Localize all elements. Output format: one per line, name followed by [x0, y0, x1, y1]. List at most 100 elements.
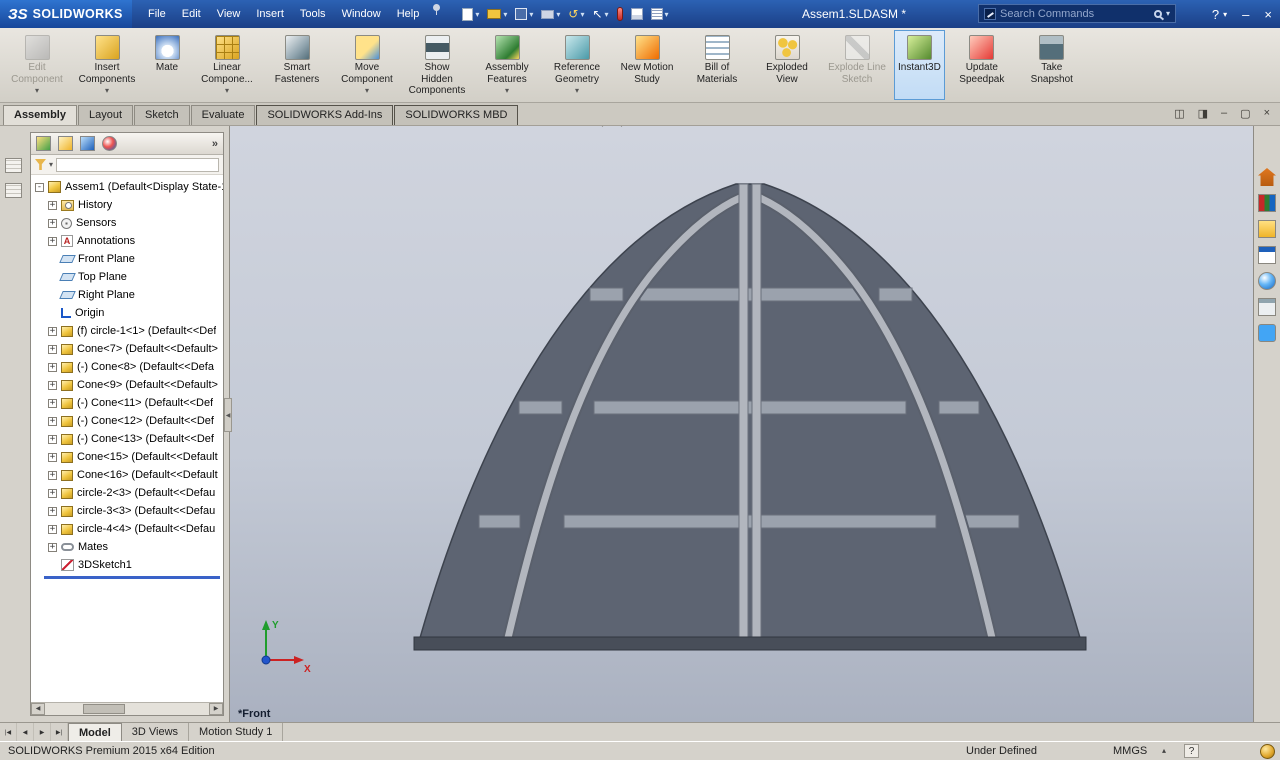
- tab-sketch[interactable]: Sketch: [134, 105, 190, 125]
- tree-item-circle-4[interactable]: +circle-4<4> (Default<<Defau: [31, 520, 223, 538]
- rebuild-button[interactable]: [615, 5, 625, 23]
- displaymanager-tab-icon[interactable]: [102, 136, 117, 151]
- expand-icon[interactable]: +: [48, 507, 57, 516]
- search-dropdown-icon[interactable]: ▾: [1166, 9, 1170, 18]
- expand-icon[interactable]: +: [48, 525, 57, 534]
- configurationmanager-tab-icon[interactable]: [80, 136, 95, 151]
- tree-item-mates[interactable]: +Mates: [31, 538, 223, 556]
- help-dropdown-icon[interactable]: ▾: [1223, 10, 1227, 19]
- command-instant3d[interactable]: Instant3D: [894, 30, 945, 100]
- tree-item-assem1[interactable]: -Assem1 (Default<Display State-1: [31, 178, 223, 196]
- options-button[interactable]: ▾: [649, 6, 671, 22]
- collapse-icon[interactable]: -: [35, 183, 44, 192]
- tab-scroll-prev-button[interactable]: ◀: [17, 723, 34, 741]
- tree-display-toggle-icon[interactable]: [5, 183, 22, 198]
- expand-icon[interactable]: +: [48, 237, 57, 246]
- tab-scroll-first-button[interactable]: |◀: [0, 723, 17, 741]
- command-linear-component-pattern[interactable]: Linear Compone...▾: [194, 30, 260, 100]
- tab-motion-study-1[interactable]: Motion Study 1: [189, 723, 283, 741]
- tree-item-top-plane[interactable]: Top Plane: [31, 268, 223, 286]
- tree-item-history[interactable]: +History: [31, 196, 223, 214]
- pin-menu-icon[interactable]: [433, 4, 440, 11]
- tab-scroll-last-button[interactable]: ▶|: [51, 723, 68, 741]
- expand-icon[interactable]: +: [48, 453, 57, 462]
- propertymanager-tab-icon[interactable]: [58, 136, 73, 151]
- search-input[interactable]: [1000, 8, 1150, 20]
- tree-item-3dsketch1[interactable]: 3DSketch1: [31, 556, 223, 574]
- pane-split-left-icon[interactable]: ◫: [1174, 107, 1184, 120]
- expand-icon[interactable]: +: [48, 543, 57, 552]
- menu-file[interactable]: File: [140, 4, 174, 24]
- menu-window[interactable]: Window: [334, 4, 389, 24]
- forum-icon[interactable]: [1258, 324, 1276, 342]
- tree-item-origin[interactable]: Origin: [31, 304, 223, 322]
- tab-model[interactable]: Model: [68, 723, 122, 741]
- expand-icon[interactable]: +: [48, 435, 57, 444]
- scroll-right-button[interactable]: ▶: [209, 703, 223, 715]
- command-assembly-features[interactable]: Assembly Features▾: [474, 30, 540, 100]
- scroll-left-button[interactable]: ◀: [31, 703, 45, 715]
- command-exploded-view[interactable]: Exploded View: [754, 30, 820, 100]
- chevron-down-icon[interactable]: ▾: [49, 160, 53, 169]
- tab-scroll-next-button[interactable]: ▶: [34, 723, 51, 741]
- tab-layout[interactable]: Layout: [78, 105, 133, 125]
- expand-icon[interactable]: +: [48, 417, 57, 426]
- menu-help[interactable]: Help: [389, 4, 428, 24]
- tree-item-right-plane[interactable]: Right Plane: [31, 286, 223, 304]
- menu-tools[interactable]: Tools: [292, 4, 334, 24]
- expand-icon[interactable]: +: [48, 345, 57, 354]
- print-button[interactable]: ▾: [539, 8, 562, 21]
- tree-item-cone-13[interactable]: +(-) Cone<13> (Default<<Def: [31, 430, 223, 448]
- command-take-snapshot[interactable]: Take Snapshot: [1019, 30, 1085, 100]
- tree-item-cone-8[interactable]: +(-) Cone<8> (Default<<Defa: [31, 358, 223, 376]
- panel-splitter-handle[interactable]: ◀: [224, 398, 232, 432]
- tree-item-cone-16[interactable]: +Cone<16> (Default<<Default: [31, 466, 223, 484]
- model-canvas[interactable]: [230, 126, 1253, 722]
- open-button[interactable]: ▾: [485, 7, 509, 21]
- expand-icon[interactable]: +: [48, 363, 57, 372]
- expand-icon[interactable]: +: [48, 471, 57, 480]
- new-document-button[interactable]: ▾: [460, 6, 481, 23]
- command-reference-geometry[interactable]: Reference Geometry▾: [544, 30, 610, 100]
- units-label[interactable]: MMGS: [1113, 745, 1147, 757]
- pane-split-right-icon[interactable]: ◨: [1198, 107, 1208, 120]
- tab-solidworks-add-ins[interactable]: SOLIDWORKS Add-Ins: [256, 105, 393, 125]
- doc-restore-button[interactable]: ▢: [1240, 107, 1250, 120]
- undo-button[interactable]: ↺▾: [566, 6, 586, 22]
- expand-icon[interactable]: +: [48, 327, 57, 336]
- command-move-component[interactable]: Move Component▾: [334, 30, 400, 100]
- resource-monitor-icon[interactable]: [1260, 744, 1275, 759]
- tree-item-sensors[interactable]: +Sensors: [31, 214, 223, 232]
- tree-item-cone-12[interactable]: +(-) Cone<12> (Default<<Def: [31, 412, 223, 430]
- panel-expand-chevrons-icon[interactable]: »: [212, 138, 218, 150]
- command-insert-components[interactable]: Insert Components▾: [74, 30, 140, 100]
- scrollbar-track[interactable]: [45, 703, 209, 715]
- save-button[interactable]: ▾: [513, 6, 535, 22]
- menu-insert[interactable]: Insert: [248, 4, 292, 24]
- view-palette-icon[interactable]: [1258, 246, 1276, 264]
- select-button[interactable]: ↖▾: [590, 6, 610, 22]
- appearances-scenes-icon[interactable]: [1258, 272, 1276, 290]
- command-smart-fasteners[interactable]: Smart Fasteners: [264, 30, 330, 100]
- status-help-icon[interactable]: ?: [1184, 744, 1199, 758]
- featuremanager-tab-icon[interactable]: [36, 136, 51, 151]
- expand-icon[interactable]: +: [48, 201, 57, 210]
- doc-minimize-button[interactable]: –: [1221, 107, 1227, 120]
- tab-solidworks-mbd[interactable]: SOLIDWORKS MBD: [394, 105, 518, 125]
- help-button[interactable]: ?: [1212, 7, 1219, 22]
- file-properties-button[interactable]: [629, 6, 645, 22]
- tab-evaluate[interactable]: Evaluate: [191, 105, 256, 125]
- command-update-speedpak[interactable]: Update Speedpak: [949, 30, 1015, 100]
- command-edit-component[interactable]: Edit Component▾: [4, 30, 70, 100]
- tree-item-circle-3[interactable]: +circle-3<3> (Default<<Defau: [31, 502, 223, 520]
- tree-item-circle-2[interactable]: +circle-2<3> (Default<<Defau: [31, 484, 223, 502]
- expand-icon[interactable]: +: [48, 219, 57, 228]
- scrollbar-thumb[interactable]: [83, 704, 125, 714]
- tree-item-cone-7[interactable]: +Cone<7> (Default<<Default>: [31, 340, 223, 358]
- tab-assembly[interactable]: Assembly: [3, 105, 77, 125]
- file-explorer-icon[interactable]: [1258, 220, 1276, 238]
- base-ring[interactable]: [414, 637, 1086, 650]
- expand-icon[interactable]: +: [48, 381, 57, 390]
- tree-item-cone-11[interactable]: +(-) Cone<11> (Default<<Def: [31, 394, 223, 412]
- expand-icon[interactable]: +: [48, 399, 57, 408]
